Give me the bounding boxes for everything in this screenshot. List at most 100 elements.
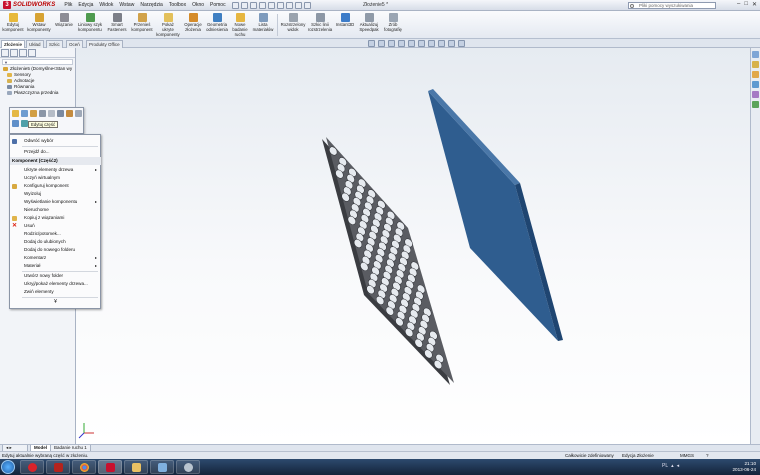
appearance-icon[interactable] (66, 110, 73, 117)
menu-item-comment[interactable]: Komentarz ▸ (10, 254, 101, 262)
graphics-area[interactable] (76, 48, 750, 444)
menu-item-invert-selection[interactable]: Odwróć wybór (10, 137, 101, 145)
menu-item-isolate[interactable]: Wyizoluj (10, 190, 101, 198)
tree-filter-input[interactable]: ▼ (2, 59, 73, 65)
menu-item-copy-with-mates[interactable]: Kopiuj z wiązaniami (10, 214, 101, 222)
previous-view-icon[interactable] (388, 40, 395, 47)
new-document-icon[interactable] (240, 1, 248, 9)
menu-item-delete[interactable]: ✕ Usuń (10, 222, 101, 230)
hide-show-items-icon[interactable] (428, 40, 435, 47)
taskbar-app[interactable] (150, 460, 174, 474)
menu-item-create-new-folder[interactable]: Utwórz nowy folder (10, 272, 101, 280)
undo-icon[interactable] (276, 1, 284, 9)
taskbar-opera[interactable] (20, 460, 44, 474)
taskbar-acrobat[interactable] (46, 460, 70, 474)
menu-item-collapse-items[interactable]: Zwiń elementy (10, 288, 101, 296)
menu-item-configure-component[interactable]: Konfiguruj komponent (10, 182, 101, 190)
rebuild-icon[interactable] (75, 110, 82, 117)
edit-part-icon[interactable] (12, 110, 19, 117)
appearances-icon[interactable] (752, 91, 759, 98)
menu-edit[interactable]: Edycja (78, 2, 93, 8)
menu-toolbox[interactable]: Toolbox (169, 2, 186, 8)
network-icon[interactable]: ▴ (671, 463, 674, 469)
normal-to-icon[interactable] (21, 120, 28, 127)
volume-icon[interactable]: ◂ (677, 463, 680, 469)
display-style-icon[interactable] (418, 40, 425, 47)
view-orientation-icon[interactable] (408, 40, 415, 47)
resources-icon[interactable] (752, 51, 759, 58)
smart-fasteners-button[interactable]: Smart Fasteners (106, 13, 128, 33)
menu-window[interactable]: Okno (192, 2, 204, 8)
instant3d-button[interactable]: Instant3D (334, 13, 356, 28)
zoom-to-fit-icon[interactable] (368, 40, 375, 47)
menu-item-fixed[interactable]: Nieruchome (10, 206, 101, 214)
file-explorer-icon[interactable] (752, 71, 759, 78)
show-hidden-components-button[interactable]: Pokaż ukryte komponenty (156, 13, 180, 37)
tree-item-front-plane[interactable]: Płaszczyzna przednia (3, 90, 75, 96)
zoom-area-icon[interactable] (378, 40, 385, 47)
feature-manager-tab-icon[interactable] (1, 49, 9, 57)
design-library-icon[interactable] (752, 61, 759, 68)
print-icon[interactable] (267, 1, 275, 9)
solidworks-logo[interactable]: 3 SOLIDWORKS (0, 0, 58, 11)
view-settings-icon[interactable] (458, 40, 465, 47)
zoom-to-selection-icon[interactable] (12, 120, 19, 127)
section-view-icon[interactable] (398, 40, 405, 47)
open-part-icon[interactable] (21, 110, 28, 117)
update-speedpak-button[interactable]: Aktualizuj Speedpak (357, 13, 381, 33)
perforated-plate[interactable] (322, 137, 454, 385)
menu-insert[interactable]: Wstaw (119, 2, 134, 8)
apply-scene-icon[interactable] (448, 40, 455, 47)
open-icon[interactable] (249, 1, 257, 9)
taskbar-app-2[interactable] (176, 460, 200, 474)
configuration-manager-tab-icon[interactable] (19, 49, 27, 57)
dim-xpert-tab-icon[interactable] (28, 49, 36, 57)
mate-button[interactable]: Wiązanie (54, 13, 74, 28)
menu-tools[interactable]: Narzędzia (140, 2, 163, 8)
menu-item-component-display[interactable]: Wyświetlanie komponentu ▸ (10, 198, 101, 206)
tab-assembly[interactable]: Złożenie (1, 40, 26, 48)
move-component-button[interactable]: Przenieś komponent (130, 13, 154, 33)
taskbar-chrome[interactable] (72, 460, 96, 474)
menu-help[interactable]: Pomoc (210, 2, 226, 8)
minimize-icon[interactable]: – (737, 1, 740, 8)
reference-geometry-button[interactable]: Geometria odniesienia (205, 13, 229, 33)
explode-line-sketch-button[interactable]: Szkic linii rozstrzelenia (307, 13, 333, 33)
options-icon[interactable] (303, 1, 311, 9)
menu-item-hide-show-tree-items[interactable]: Ukryj/pokaż elementy drzewa... (10, 280, 101, 288)
status-units[interactable]: MMGS (680, 452, 694, 459)
start-button[interactable] (1, 460, 15, 474)
taskbar-solidworks[interactable] (98, 460, 122, 474)
tab-sketch[interactable]: Szkic (46, 40, 63, 48)
rebuild-icon[interactable] (294, 1, 302, 9)
menu-item-material[interactable]: Materiał ▸ (10, 262, 101, 270)
menu-item-go-to[interactable]: Przejdź do... (10, 148, 101, 156)
save-icon[interactable] (258, 1, 266, 9)
property-manager-tab-icon[interactable] (10, 49, 18, 57)
mate-icon[interactable] (30, 110, 37, 117)
hide-icon[interactable] (39, 110, 46, 117)
custom-properties-icon[interactable] (752, 101, 759, 108)
menu-file[interactable]: Plik (64, 2, 72, 8)
isolate-icon[interactable] (57, 110, 64, 117)
edit-component-button[interactable]: Edytuj komponent (2, 13, 24, 33)
select-icon[interactable] (285, 1, 293, 9)
menu-view[interactable]: Widok (99, 2, 113, 8)
maximize-icon[interactable]: □ (744, 1, 748, 8)
clock[interactable]: 21:10 2013-06-24 (733, 461, 757, 473)
linear-pattern-button[interactable]: Liniowy szyk komponentu (76, 13, 104, 33)
pin-icon[interactable] (231, 1, 239, 9)
edit-appearance-icon[interactable] (438, 40, 445, 47)
help-icon[interactable]: ? (706, 452, 709, 459)
take-snapshot-button[interactable]: Zrób fotografię (382, 13, 404, 33)
menu-item-make-virtual[interactable]: Uczyń wirtualnym (10, 174, 101, 182)
insert-components-button[interactable]: Wstaw komponenty (26, 13, 52, 33)
language-indicator[interactable]: PL (662, 463, 668, 469)
help-search-input[interactable]: Pliki pomocy wyszukiwania (628, 2, 716, 9)
menu-item-add-to-favorites[interactable]: Dodaj do ulubionych (10, 238, 101, 246)
assembly-features-button[interactable]: Operacje złożenia (182, 13, 204, 33)
tab-office-products[interactable]: Produkty Office (86, 40, 123, 48)
blue-plate[interactable] (428, 89, 563, 341)
menu-item-add-to-new-folder[interactable]: Dodaj do nowego folderu (10, 246, 101, 254)
new-motion-study-button[interactable]: Nowe badanie ruchu (230, 13, 250, 37)
